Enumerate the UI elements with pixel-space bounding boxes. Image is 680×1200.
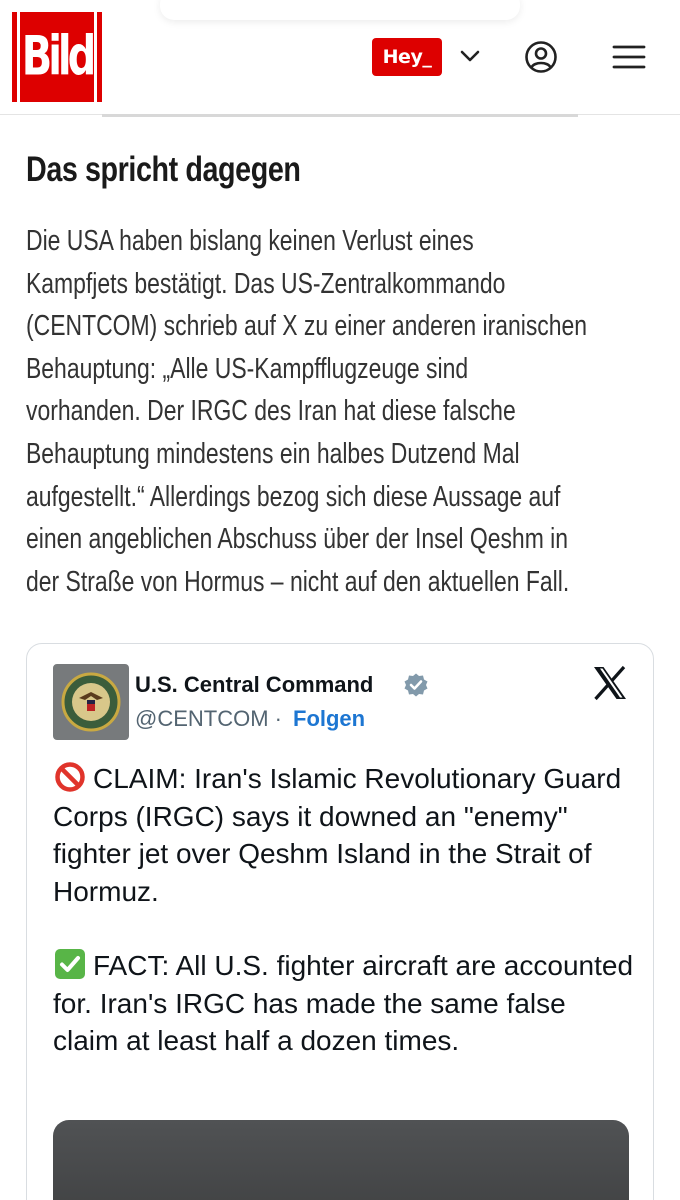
handle-separator: · [274,706,282,731]
tweet-media-image[interactable] [53,1120,629,1200]
embedded-tweet[interactable]: U.S. Central Command @CENTCOM · Folgen C… [26,643,654,1200]
check-mark-icon [55,949,85,979]
fact-text: FACT: All U.S. fighter aircraft are acco… [53,950,634,1056]
chevron-down-icon[interactable] [458,44,482,68]
claim-text: CLAIM: Iran's Islamic Revolutionary Guar… [53,763,622,907]
centcom-avatar[interactable] [53,664,129,740]
tweet-text: CLAIM: Iran's Islamic Revolutionary Guar… [53,760,633,1060]
body-line: Behauptung: „Alle US-Kampfflugzeuge sind [26,352,469,385]
body-line: der Straße von Hormus – nicht auf den ak… [26,565,570,598]
body-line: Die USA haben bislang keinen Verlust ein… [26,225,474,257]
x-logo-icon[interactable] [591,664,629,702]
prohibited-icon [55,762,85,792]
section-headline: Das spricht dagegen [26,150,301,189]
body-line: vorhanden. Der IRGC des Iran hat diese f… [26,395,516,428]
bild-logo-text: Bild [17,3,97,111]
body-line: Behauptung mindestens ein halbes Dutzend… [26,437,520,470]
verified-badge-icon [404,673,428,697]
tweet-author-name[interactable]: U.S. Central Command [135,672,373,698]
body-line: einen angeblichen Abschuss über der Inse… [26,523,569,556]
body-line: (CENTCOM) schrieb auf X zu einer anderen… [26,310,588,343]
body-line: aufgestellt.“ Allerdings bezog sich dies… [26,480,561,513]
follow-link[interactable]: Folgen [293,706,365,732]
header-divider [102,114,578,117]
browser-top-pill [160,0,520,20]
tweet-fact: FACT: All U.S. fighter aircraft are acco… [53,947,633,1060]
handle-text: @CENTCOM [135,706,269,731]
hey-button[interactable]: Hey_ [372,38,442,76]
article-body: Die USA haben bislang keinen Verlust ein… [26,220,654,603]
menu-icon[interactable] [612,42,646,72]
body-line: Kampfjets bestätigt. Das US-Zentralkomma… [26,267,506,300]
tweet-claim: CLAIM: Iran's Islamic Revolutionary Guar… [53,760,633,910]
account-icon[interactable] [524,40,558,74]
tweet-handle[interactable]: @CENTCOM · [135,706,282,732]
bild-logo[interactable]: Bild [12,3,102,111]
site-header: Bild Hey_ [0,0,680,115]
centcom-seal-icon [61,672,121,732]
